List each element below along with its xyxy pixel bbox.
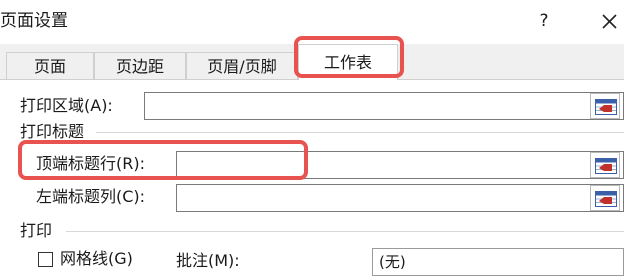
help-icon: ? bbox=[539, 11, 549, 31]
close-icon bbox=[602, 14, 617, 29]
tab-margins[interactable]: 页边距 bbox=[94, 52, 186, 79]
cols-repeat-label: 左端标题列(C): bbox=[36, 187, 146, 206]
print-titles-divider bbox=[96, 132, 624, 133]
tab-highlight-box bbox=[294, 36, 404, 78]
print-area-input[interactable] bbox=[144, 92, 624, 120]
row-title-highlight-box bbox=[18, 140, 308, 180]
cols-repeat-input[interactable] bbox=[176, 184, 624, 212]
dialog-title: 页面设置 bbox=[0, 11, 68, 31]
print-heading: 打印 bbox=[20, 221, 53, 240]
print-area-collapse-button[interactable] bbox=[590, 93, 620, 119]
gridlines-label: 网格线(G) bbox=[60, 249, 133, 268]
cols-repeat-collapse-button[interactable] bbox=[590, 185, 620, 211]
comments-dropdown[interactable]: (无) bbox=[372, 248, 624, 276]
page-setup-dialog: 页面设置 ? 页面 页边距 页眉/页脚 工作表 打印区域(A): 打印标题 顶端… bbox=[0, 0, 624, 276]
rows-repeat-collapse-button[interactable] bbox=[590, 152, 620, 178]
gridlines-checkbox[interactable] bbox=[38, 252, 53, 267]
help-button[interactable]: ? bbox=[532, 9, 556, 33]
print-divider bbox=[66, 231, 624, 232]
tab-page[interactable]: 页面 bbox=[6, 52, 94, 79]
tab-header-footer[interactable]: 页眉/页脚 bbox=[186, 52, 298, 79]
print-area-label: 打印区域(A): bbox=[20, 96, 113, 115]
collapse-range-icon bbox=[595, 99, 617, 115]
close-button[interactable] bbox=[596, 7, 622, 35]
collapse-range-icon bbox=[595, 191, 617, 207]
print-titles-heading: 打印标题 bbox=[20, 122, 85, 141]
comments-label: 批注(M): bbox=[176, 251, 240, 270]
collapse-range-icon bbox=[595, 158, 617, 174]
